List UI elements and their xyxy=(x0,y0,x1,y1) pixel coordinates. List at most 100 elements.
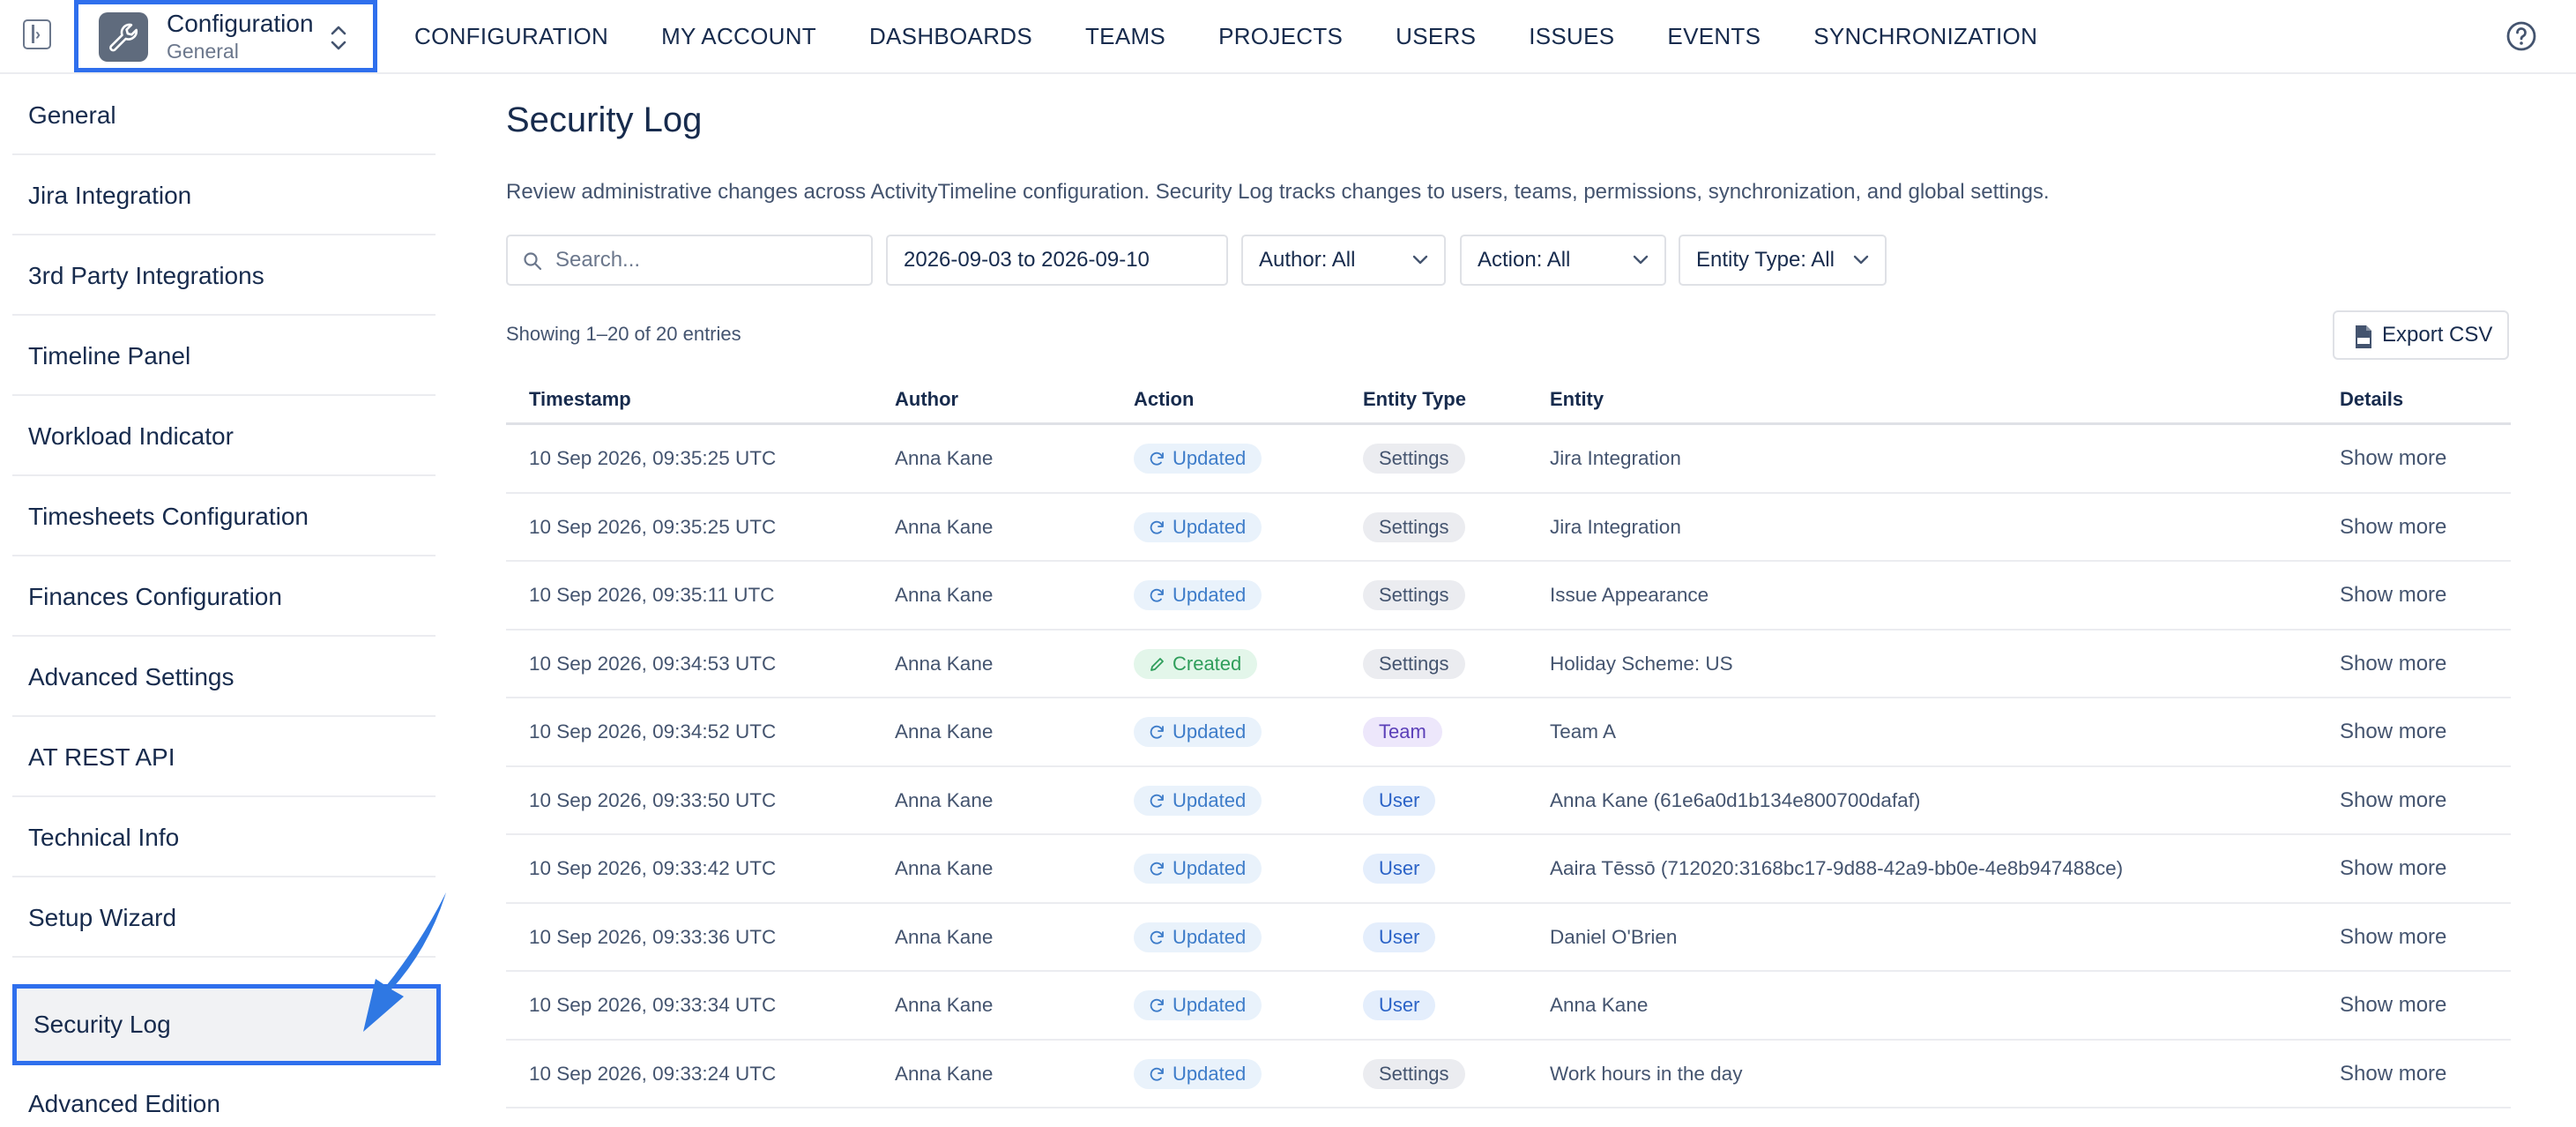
table-row: 10 Sep 2026, 09:35:11 UTC Anna Kane Upda… xyxy=(506,562,2511,631)
sidebar-item-label: Jira Integration xyxy=(28,182,192,209)
nav-synchronization[interactable]: SYNCHRONIZATION xyxy=(1787,23,2064,50)
show-more-link[interactable]: Show more xyxy=(2340,425,2446,492)
sidebar-item-at-rest-api[interactable]: AT REST API xyxy=(12,718,436,797)
sidebar-item-timeline-panel[interactable]: Timeline Panel xyxy=(12,317,436,396)
entity-type-badge: Settings xyxy=(1363,580,1465,610)
nav-configuration[interactable]: CONFIGURATION xyxy=(414,23,635,50)
sidebar-item-label: AT REST API xyxy=(28,743,175,771)
app-switcher[interactable]: Configuration General xyxy=(74,0,377,72)
cell-entity: Issue Appearance xyxy=(1550,584,1709,606)
sidebar-item-general[interactable]: General xyxy=(12,76,436,155)
author-filter-select[interactable]: Author: All xyxy=(1241,235,1446,286)
sidebar-item-technical-info[interactable]: Technical Info xyxy=(12,798,436,877)
column-header-entity[interactable]: Entity xyxy=(1550,376,1604,423)
table-row: 10 Sep 2026, 09:33:34 UTC Anna Kane Upda… xyxy=(506,972,2511,1041)
nav-dashboards[interactable]: DASHBOARDS xyxy=(843,23,1059,50)
chevron-updown-icon xyxy=(331,26,346,50)
show-more-link[interactable]: Show more xyxy=(2340,767,2446,834)
sidebar-item-advanced-edition[interactable]: Advanced Edition xyxy=(12,1064,436,1127)
cell-entity: Holiday Scheme: US xyxy=(1550,652,1733,675)
nav-projects[interactable]: PROJECTS xyxy=(1192,23,1369,50)
nav-users[interactable]: USERS xyxy=(1369,23,1502,50)
entity-type-badge: Settings xyxy=(1363,511,1465,542)
cell-timestamp: 10 Sep 2026, 09:34:53 UTC xyxy=(529,652,777,675)
cell-timestamp: 10 Sep 2026, 09:35:11 UTC xyxy=(529,584,775,606)
help-circle-icon[interactable] xyxy=(2505,20,2537,52)
action-badge-label: Updated xyxy=(1173,994,1247,1016)
nav-teams[interactable]: TEAMS xyxy=(1059,23,1192,50)
cell-author: Anna Kane xyxy=(895,788,994,811)
column-header-author[interactable]: Author xyxy=(895,376,958,423)
cell-author: Anna Kane xyxy=(895,1062,994,1085)
show-more-link[interactable]: Show more xyxy=(2340,698,2446,765)
action-badge: Updated xyxy=(1134,511,1262,542)
export-csv-button[interactable]: Export CSV xyxy=(2333,310,2509,360)
pointer-arrow-icon xyxy=(363,892,446,1032)
action-filter-select[interactable]: Action: All xyxy=(1460,235,1666,286)
export-csv-label: Export CSV xyxy=(2382,323,2493,347)
wrench-icon xyxy=(99,12,148,62)
refresh-icon xyxy=(1150,862,1164,876)
action-badge: Updated xyxy=(1134,785,1262,816)
cell-author: Anna Kane xyxy=(895,720,994,743)
sidebar-item-label: Timeline Panel xyxy=(28,342,191,369)
column-header-entity-type[interactable]: Entity Type xyxy=(1363,376,1466,423)
refresh-icon xyxy=(1150,520,1164,534)
cell-author: Anna Kane xyxy=(895,515,994,538)
search-placeholder: Search... xyxy=(555,248,641,272)
page-title: Security Log xyxy=(506,101,703,139)
action-badge: Updated xyxy=(1134,922,1262,952)
cell-timestamp: 10 Sep 2026, 09:33:24 UTC xyxy=(529,1062,777,1085)
csv-file-icon xyxy=(2356,325,2371,348)
action-badge: Updated xyxy=(1134,580,1262,610)
nav-events[interactable]: EVENTS xyxy=(1641,23,1787,50)
sidebar-item-3rd-party-integrations[interactable]: 3rd Party Integrations xyxy=(12,236,436,316)
security-log-table: Timestamp Author Action Entity Type Enti… xyxy=(506,376,2511,1108)
action-badge: Updated xyxy=(1134,717,1262,747)
sidebar-item-workload-indicator[interactable]: Workload Indicator xyxy=(12,397,436,476)
entity-type-badge: User xyxy=(1363,922,1436,952)
sidebar-item-jira-integration[interactable]: Jira Integration xyxy=(12,156,436,235)
sidebar-item-label: Workload Indicator xyxy=(28,422,234,450)
show-more-link[interactable]: Show more xyxy=(2340,494,2446,561)
refresh-icon xyxy=(1150,1067,1164,1081)
refresh-icon xyxy=(1150,794,1164,808)
sidebar-item-finances-configuration[interactable]: Finances Configuration xyxy=(12,557,436,637)
nav-issues[interactable]: ISSUES xyxy=(1502,23,1641,50)
page-description: Review administrative changes across Act… xyxy=(506,180,2050,204)
action-badge-label: Updated xyxy=(1173,720,1247,743)
date-range-field[interactable]: 2026-09-03 to 2026-09-10 xyxy=(886,235,1228,286)
show-more-link[interactable]: Show more xyxy=(2340,562,2446,629)
cell-timestamp: 10 Sep 2026, 09:35:25 UTC xyxy=(529,447,777,469)
search-input[interactable]: Search... xyxy=(506,235,873,286)
cell-timestamp: 10 Sep 2026, 09:34:52 UTC xyxy=(529,720,777,743)
sidebar-item-timesheets-configuration[interactable]: Timesheets Configuration xyxy=(12,477,436,556)
cell-entity: Anna Kane xyxy=(1550,994,1649,1016)
app-title: Configuration xyxy=(167,10,314,37)
sidebar-item-label: Finances Configuration xyxy=(28,583,282,610)
show-more-link[interactable]: Show more xyxy=(2340,1041,2446,1108)
sidebar-item-label: 3rd Party Integrations xyxy=(28,262,264,289)
show-more-link[interactable]: Show more xyxy=(2340,835,2446,902)
table-body: 10 Sep 2026, 09:35:25 UTC Anna Kane Upda… xyxy=(506,425,2511,1108)
collapse-sidebar-icon[interactable]: › xyxy=(23,19,51,49)
entries-count: Showing 1–20 of 20 entries xyxy=(506,323,741,345)
action-badge: Updated xyxy=(1134,990,1262,1020)
sidebar-item-advanced-settings[interactable]: Advanced Settings xyxy=(12,638,436,717)
column-header-timestamp[interactable]: Timestamp xyxy=(529,376,631,423)
sidebar-item-label: Technical Info xyxy=(28,824,180,851)
table-row: 10 Sep 2026, 09:35:25 UTC Anna Kane Upda… xyxy=(506,494,2511,562)
sidebar-item-label: Setup Wizard xyxy=(28,904,177,931)
refresh-icon xyxy=(1150,588,1164,602)
cell-timestamp: 10 Sep 2026, 09:33:42 UTC xyxy=(529,857,777,879)
action-badge-label: Updated xyxy=(1173,788,1247,811)
show-more-link[interactable]: Show more xyxy=(2340,631,2446,698)
column-header-action[interactable]: Action xyxy=(1134,376,1194,423)
show-more-link[interactable]: Show more xyxy=(2340,972,2446,1039)
nav-my-account[interactable]: MY ACCOUNT xyxy=(635,23,843,50)
cell-entity: Jira Integration xyxy=(1550,515,1681,538)
entity-type-filter-select[interactable]: Entity Type: All xyxy=(1679,235,1887,286)
pencil-icon xyxy=(1150,657,1164,671)
sidebar-item-label: General xyxy=(28,101,116,129)
show-more-link[interactable]: Show more xyxy=(2340,904,2446,971)
